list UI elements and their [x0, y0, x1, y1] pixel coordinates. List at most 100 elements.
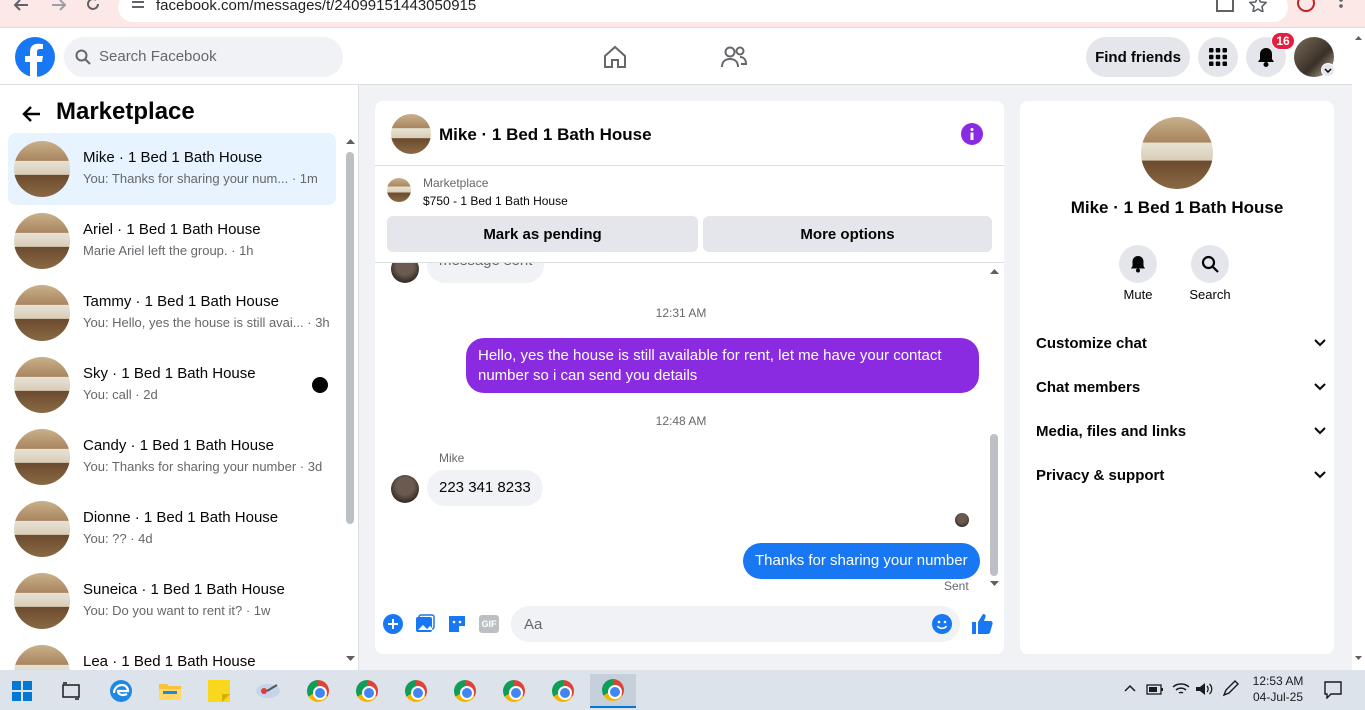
info-icon[interactable] — [961, 123, 983, 145]
chat-info-name: Mike · 1 Bed 1 Bath House — [1070, 198, 1284, 217]
forward-arrow-icon[interactable] — [50, 0, 68, 12]
find-friends-button[interactable]: Find friends — [1086, 37, 1190, 77]
conversation-item[interactable]: Tammy · 1 Bed 1 Bath House You: Hello, y… — [8, 277, 336, 349]
like-icon[interactable] — [971, 613, 993, 635]
listing-title[interactable]: $750 - 1 Bed 1 Bath House — [423, 194, 568, 208]
browser-menu-icon[interactable] — [1338, 0, 1344, 12]
conversation-item[interactable]: Mike · 1 Bed 1 Bath House You: Thanks fo… — [8, 133, 336, 205]
conversation-item[interactable]: Lea · 1 Bed 1 Bath House — [8, 637, 336, 670]
mute-button[interactable] — [1119, 245, 1157, 283]
snipping-tool-icon[interactable] — [250, 674, 286, 708]
conversation-preview: You: Do you want to rent it? · 1w — [83, 603, 271, 618]
sticker-icon[interactable] — [447, 614, 467, 634]
conversation-preview: You: Hello, yes the house is still avai.… — [83, 315, 330, 330]
divider — [375, 165, 1004, 166]
listing-avatar — [14, 357, 70, 413]
home-icon[interactable] — [603, 45, 627, 69]
conversation-item[interactable]: Sky · 1 Bed 1 Bath House You: call · 2d — [8, 349, 336, 421]
edge-browser-icon[interactable] — [103, 674, 139, 708]
photo-icon[interactable] — [415, 614, 435, 634]
conversation-item[interactable]: Suneica · 1 Bed 1 Bath House You: Do you… — [8, 565, 336, 637]
chevron-down-icon — [1314, 427, 1326, 435]
sender-avatar[interactable] — [391, 475, 419, 503]
message-scrollbar[interactable] — [990, 434, 998, 576]
chat-avatar[interactable] — [391, 114, 431, 154]
battery-icon[interactable] — [1146, 682, 1164, 696]
scroll-up-icon[interactable] — [346, 138, 355, 144]
file-explorer-icon[interactable] — [152, 674, 188, 708]
message-timestamp: 12:31 AM — [655, 306, 707, 320]
notification-center-icon[interactable] — [1324, 681, 1342, 699]
chat-members-section[interactable]: Chat members — [1036, 375, 1326, 399]
seen-avatar — [955, 513, 969, 527]
media-files-links-section[interactable]: Media, files and links — [1036, 419, 1326, 443]
chevron-down-icon — [1314, 383, 1326, 391]
listing-avatar — [14, 285, 70, 341]
install-app-icon[interactable] — [1216, 0, 1234, 12]
message-bubble-outgoing[interactable]: Hello, yes the house is still available … — [466, 338, 979, 393]
task-view-icon[interactable] — [53, 674, 89, 708]
reload-icon[interactable] — [86, 0, 100, 12]
friends-icon[interactable] — [721, 45, 747, 69]
chevron-down-icon[interactable] — [1321, 63, 1335, 77]
back-arrow-icon[interactable] — [21, 105, 41, 123]
emoji-icon[interactable] — [932, 614, 952, 634]
mark-as-pending-button[interactable]: Mark as pending — [387, 216, 698, 252]
bookmark-star-icon[interactable] — [1249, 0, 1267, 12]
pen-icon[interactable] — [1221, 680, 1241, 698]
listing-thumbnail — [387, 178, 411, 202]
section-label: Privacy & support — [1036, 466, 1165, 484]
conversation-item[interactable]: Ariel · 1 Bed 1 Bath House Marie Ariel l… — [8, 205, 336, 277]
chrome-profile-icon[interactable] — [398, 674, 434, 708]
more-options-button[interactable]: More options — [703, 216, 992, 252]
chrome-profile-icon[interactable] — [496, 674, 532, 708]
clock-date: 04-Jul-25 — [1252, 690, 1304, 704]
chrome-profile-icon[interactable] — [447, 674, 483, 708]
chrome-profile-icon[interactable] — [349, 674, 385, 708]
sender-name: Mike — [439, 451, 465, 465]
wifi-icon[interactable] — [1172, 682, 1190, 696]
conversation-item[interactable]: Candy · 1 Bed 1 Bath House You: Thanks f… — [8, 421, 336, 493]
conversation-scrollbar[interactable] — [346, 152, 354, 524]
conversation-preview: Marie Ariel left the group. · 1h — [83, 243, 254, 258]
message-bubble-incoming[interactable]: 223 341 8233 — [427, 470, 543, 506]
message-bubble-incoming[interactable]: message sent — [427, 263, 545, 283]
gif-icon[interactable]: GIF — [479, 615, 499, 633]
message-timestamp: 12:48 AM — [655, 414, 707, 428]
clock[interactable]: 12:53 AM 04-Jul-25 — [1248, 673, 1308, 705]
marketplace-title: Marketplace — [56, 98, 195, 125]
chevron-up-icon[interactable] — [1124, 684, 1136, 692]
conversation-name: Mike · 1 Bed 1 Bath House — [83, 149, 263, 166]
facebook-logo[interactable] — [15, 37, 55, 77]
windows-start-icon[interactable] — [4, 674, 40, 708]
listing-avatar — [14, 213, 70, 269]
page-scrollbar[interactable] — [1352, 28, 1365, 670]
chat-info-avatar[interactable] — [1141, 117, 1213, 189]
chrome-profile-icon[interactable] — [300, 674, 336, 708]
scroll-down-icon[interactable] — [346, 656, 355, 662]
chrome-profile-icon[interactable] — [545, 674, 581, 708]
bell-icon — [1256, 47, 1276, 67]
search-placeholder: Search Facebook — [99, 48, 217, 65]
conversation-item[interactable]: Dionne · 1 Bed 1 Bath House You: ?? · 4d — [8, 493, 336, 565]
profile-icon[interactable] — [1297, 0, 1315, 12]
message-input[interactable] — [511, 606, 960, 642]
plus-circle-icon[interactable] — [383, 614, 403, 634]
menu-grid-button[interactable] — [1198, 37, 1238, 77]
chrome-profile-icon-active[interactable] — [590, 674, 636, 708]
chat-title[interactable]: Mike · 1 Bed 1 Bath House — [439, 125, 652, 145]
message-bubble-outgoing[interactable]: Thanks for sharing your number — [743, 543, 980, 579]
notification-badge: 16 — [1271, 32, 1295, 50]
privacy-support-section[interactable]: Privacy & support — [1036, 463, 1326, 487]
scroll-down-icon[interactable] — [990, 581, 999, 587]
site-settings-icon[interactable] — [130, 0, 146, 10]
conversation-name: Lea · 1 Bed 1 Bath House — [83, 653, 256, 670]
back-arrow-icon[interactable] — [12, 0, 30, 12]
conversation-name: Ariel · 1 Bed 1 Bath House — [83, 221, 261, 238]
search-in-chat-button[interactable] — [1191, 245, 1229, 283]
volume-icon[interactable] — [1195, 682, 1213, 696]
sticky-notes-icon[interactable] — [201, 674, 237, 708]
customize-chat-section[interactable]: Customize chat — [1036, 331, 1326, 355]
scroll-up-icon[interactable] — [990, 268, 999, 274]
message-status: Sent — [944, 579, 969, 593]
